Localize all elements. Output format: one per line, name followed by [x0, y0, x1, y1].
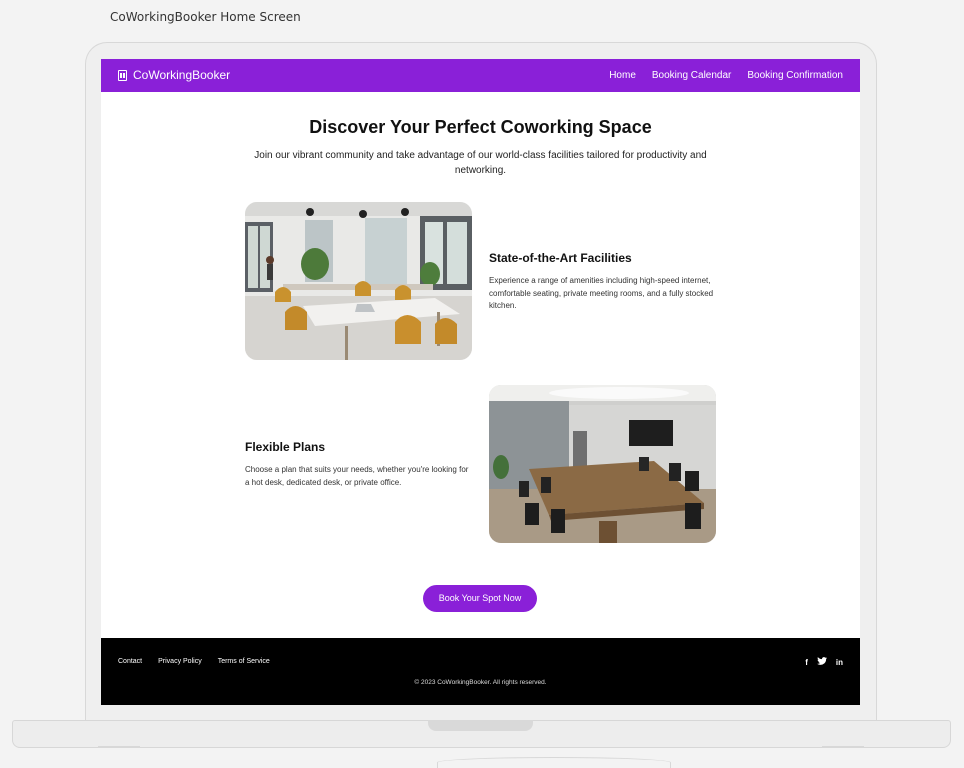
copyright-text: © 2023 CoWorkingBooker. All rights reser… — [414, 679, 547, 686]
footer: Contact Privacy Policy Terms of Service … — [101, 638, 860, 705]
linkedin-icon[interactable]: in — [836, 658, 843, 667]
footer-link-contact[interactable]: Contact — [118, 658, 142, 665]
browser-viewport: CoWorkingBooker Home Booking Calendar Bo… — [101, 59, 860, 705]
feature-title-facilities: State-of-the-Art Facilities — [489, 251, 632, 265]
hero-title: Discover Your Perfect Coworking Space — [309, 117, 652, 137]
laptop-notch — [428, 720, 533, 731]
social-links: f in — [805, 657, 843, 667]
footer-links: Contact Privacy Policy Terms of Service — [118, 658, 270, 665]
feature-title-plans: Flexible Plans — [245, 440, 326, 454]
feature-text-plans: Choose a plan that suits your needs, whe… — [245, 465, 469, 487]
nav-link-home[interactable]: Home — [609, 70, 636, 81]
brand-logo[interactable]: CoWorkingBooker — [118, 68, 230, 82]
screen-caption: CoWorkingBooker Home Screen — [110, 10, 301, 24]
nav-link-booking-calendar[interactable]: Booking Calendar — [652, 70, 732, 81]
navbar: CoWorkingBooker Home Booking Calendar Bo… — [101, 59, 860, 92]
meeting-room-photo — [489, 385, 716, 543]
hero-subtitle: Join our vibrant community and take adva… — [254, 150, 707, 176]
facebook-icon[interactable]: f — [805, 658, 808, 667]
twitter-icon[interactable] — [816, 657, 827, 667]
nav-link-booking-confirmation[interactable]: Booking Confirmation — [747, 70, 843, 81]
feature-text-facilities: Experience a range of amenities includin… — [489, 276, 714, 310]
nav-links: Home Booking Calendar Booking Confirmati… — [609, 70, 843, 81]
laptop-foot-left — [98, 746, 140, 748]
laptop-foot-right — [822, 746, 864, 748]
footer-link-terms-of-service[interactable]: Terms of Service — [218, 658, 270, 665]
brand-name: CoWorkingBooker — [133, 68, 231, 82]
footer-link-privacy-policy[interactable]: Privacy Policy — [158, 658, 202, 665]
building-icon — [118, 69, 127, 81]
laptop-stand — [437, 757, 671, 768]
book-spot-button[interactable]: Book Your Spot Now — [423, 585, 537, 612]
open-workspace-photo — [245, 202, 472, 360]
